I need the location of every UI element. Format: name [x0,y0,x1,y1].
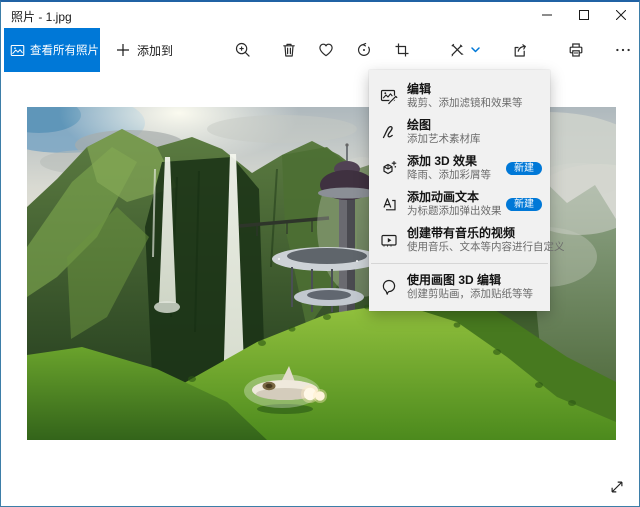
menu-item-animated-text[interactable]: 添加动画文本 为标题添加弹出效果 新建 [369,186,550,222]
add-to-button[interactable]: 添加到 [108,28,181,72]
menu-item-title: 添加 3D 效果 [407,154,478,168]
title-bar[interactable]: 照片 - 1.jpg [1,2,639,28]
menu-item-video-with-music[interactable]: 创建带有音乐的视频 使用音乐、文本等内容进行自定义 [369,222,565,258]
menu-item-draw[interactable]: 绘图 添加艺术素材库 [369,114,550,150]
animated-text-icon [379,194,399,214]
maximize-icon [578,10,589,20]
menu-item-subtitle: 创建剪贴画，添加贴纸等等 [407,288,533,300]
minimize-button[interactable] [528,2,565,28]
fullscreen-button[interactable] [602,472,632,502]
photos-icon [10,44,25,56]
video-music-icon [379,230,399,250]
print-icon [569,43,583,57]
view-all-photos-label: 查看所有照片 [30,45,99,57]
fullscreen-icon [611,481,623,493]
delete-button[interactable] [273,34,305,66]
menu-item-subtitle: 为标题添加弹出效果 [407,205,502,217]
menu-item-title: 使用画图 3D 编辑 [407,273,502,287]
maximize-button[interactable] [565,2,602,28]
crop-button[interactable] [386,34,418,66]
new-badge: 新建 [506,161,542,175]
rotate-icon [357,42,370,56]
window-title: 照片 - 1.jpg [11,10,72,24]
command-bar: 查看所有照片 添加到 [2,28,639,72]
menu-divider [371,263,548,264]
menu-item-edit[interactable]: 编辑 裁剪、添加滤镜和效果等 [369,78,550,114]
menu-item-subtitle: 降雨、添加彩屑等 [407,169,491,181]
chevron-down-icon [471,47,480,53]
menu-item-title: 编辑 [407,82,432,96]
plus-icon [117,44,129,56]
menu-item-title: 添加动画文本 [407,190,480,204]
favorite-icon [319,43,333,57]
zoom-in-icon [235,42,250,57]
menu-item-title: 创建带有音乐的视频 [407,226,516,240]
menu-item-subtitle: 使用音乐、文本等内容进行自定义 [407,241,565,253]
rotate-button[interactable] [348,34,380,66]
menu-item-paint3d-edit[interactable]: 使用画图 3D 编辑 创建剪贴画，添加贴纸等等 [369,269,550,305]
share-button[interactable] [504,34,536,66]
minimize-icon [541,14,552,16]
crop-icon [395,43,409,57]
menu-item-subtitle: 添加艺术素材库 [407,133,481,145]
edit-create-menu: 编辑 裁剪、添加滤镜和效果等 绘图 添加艺术素材库 添加 3D 效果 降雨、添加… [369,70,565,311]
menu-item-subtitle: 裁剪、添加滤镜和效果等 [407,97,523,109]
see-more-button[interactable] [607,34,639,66]
3d-effects-icon [379,158,399,178]
edit-create-button[interactable] [440,34,488,66]
close-button[interactable] [602,2,639,28]
delete-icon [283,43,295,57]
menu-item-title: 绘图 [407,118,432,132]
add-to-label: 添加到 [137,43,174,58]
menu-item-3d-effects[interactable]: 添加 3D 效果 降雨、添加彩屑等 新建 [369,150,550,186]
edit-create-icon [451,43,464,57]
see-more-icon [616,48,630,52]
print-button[interactable] [560,34,592,66]
view-all-photos-button[interactable]: 查看所有照片 [4,28,100,72]
new-badge: 新建 [506,197,542,211]
photos-app-window: 照片 - 1.jpg 查看所有照片 添加到 编辑 裁剪、添加滤镜和效果等 绘图 … [0,0,640,507]
paint3d-icon [379,277,399,297]
edit-photo-icon [379,86,399,106]
favorite-button[interactable] [310,34,342,66]
share-icon [514,44,526,57]
close-icon [615,10,626,20]
draw-icon [379,122,399,142]
zoom-button[interactable] [227,34,259,66]
